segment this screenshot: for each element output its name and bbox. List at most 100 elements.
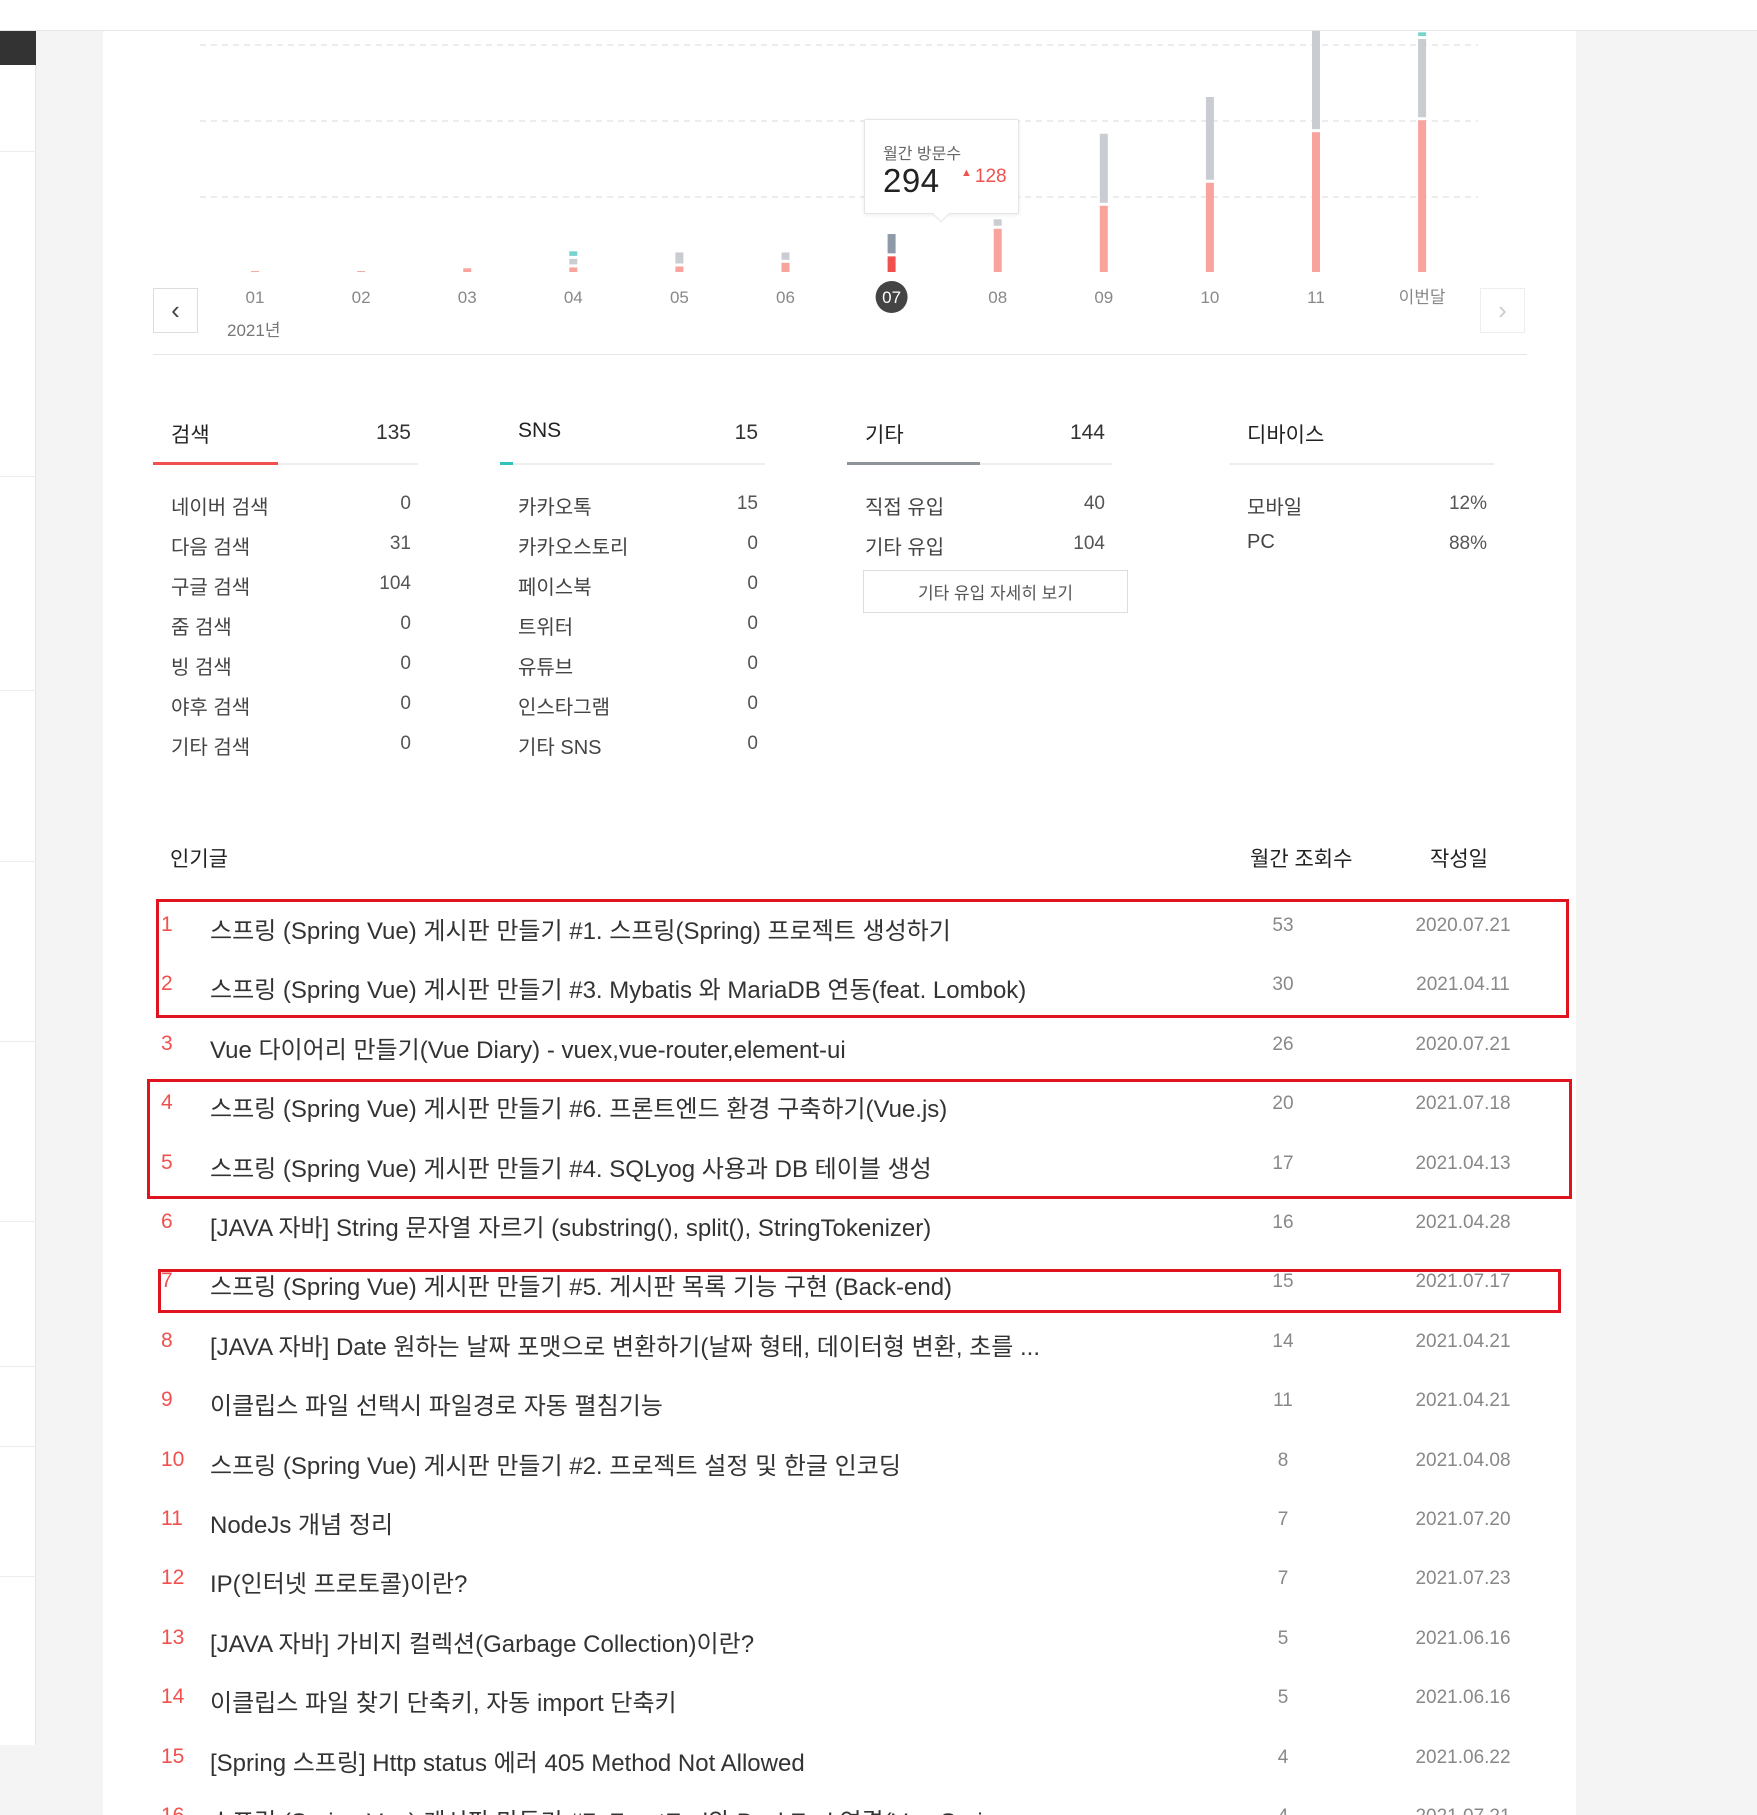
chart-bar-segment [993,219,1002,226]
stat-label: 기타 유입 [865,537,945,559]
popular-col-views: 월간 조회수 [1250,848,1353,871]
post-created-date: 2021.04.21 [1415,1330,1511,1352]
chart-bar-segment [1418,120,1427,272]
stat-value: 0 [747,733,758,754]
popular-post-row[interactable]: 13 [JAVA 자바] 가비지 컬렉션(Garbage Collection)이… [153,1610,1523,1669]
post-rank: 11 [161,1507,183,1530]
post-rank: 1 [161,913,173,936]
stat-value: 88% [1448,533,1487,554]
popular-post-row[interactable]: 3 Vue 다이어리 만들기(Vue Diary) - vuex,vue-rout… [153,1016,1523,1075]
post-created-date: 2020.07.21 [1415,1033,1511,1055]
post-title[interactable]: 스프링 (Spring Vue) 게시판 만들기 #7. FrontEnd와 B… [210,1802,1080,1815]
popular-post-row[interactable]: 9 이클립스 파일 선택시 파일경로 자동 펼침기능 11 2021.04.21 [153,1372,1523,1431]
post-rank: 12 [161,1566,185,1590]
post-created-date: 2021.04.28 [1415,1212,1511,1233]
stats-device-column: 디바이스 모바일 12% PC 88% [1229,413,1494,559]
post-monthly-views: 15 [1272,1271,1294,1293]
post-title[interactable]: NodeJs 개념 정리 [210,1505,1080,1540]
chart-tick-label: 08 [988,288,1007,307]
popular-post-row[interactable]: 8 [JAVA 자바] Date 원하는 날짜 포맷으로 변환하기(날짜 형태, … [153,1313,1523,1372]
stat-value: 15 [736,493,758,514]
post-title[interactable]: 스프링 (Spring Vue) 게시판 만들기 #5. 게시판 목록 기능 구… [210,1267,1080,1302]
post-title[interactable]: 스프링 (Spring Vue) 게시판 만들기 #4. SQLyog 사용과 … [210,1149,1080,1184]
chart-bar-segment [1099,133,1108,203]
sidebar-divider [0,1366,36,1367]
popular-post-row[interactable]: 14 이클립스 파일 찾기 단축키, 자동 import 단축키 5 2021.06.… [153,1669,1523,1728]
post-title[interactable]: 스프링 (Spring Vue) 게시판 만들기 #1. 스프링(Spring)… [210,911,1080,946]
stat-label: 빙 검색 [171,657,232,679]
stat-row: 직접 유입 40 [847,479,1112,519]
chevron-right-icon: › [1498,295,1507,325]
popular-post-row[interactable]: 2 스프링 (Spring Vue) 게시판 만들기 #3. Mybatis 와 … [153,956,1523,1015]
post-created-date: 2021.07.23 [1415,1568,1511,1590]
post-rank: 14 [161,1685,185,1709]
post-monthly-views: 20 [1272,1093,1294,1115]
etc-detail-button[interactable]: 기타 유입 자세히 보기 [863,570,1128,613]
tooltip-delta-value: 128 [974,166,1007,187]
post-title[interactable]: [Spring 스프링] Http status 에러 405 Method N… [210,1743,1080,1778]
stat-value: 0 [400,493,411,514]
chart-tooltip: 월간 방문수 294 ▲ 128 [864,119,1019,223]
popular-post-row[interactable]: 10 스프링 (Spring Vue) 게시판 만들기 #2. 프로젝트 설정 및… [153,1432,1523,1491]
popular-post-row[interactable]: 6 [JAVA 자바] String 문자열 자르기 (substring(), … [153,1194,1523,1253]
post-monthly-views: 5 [1277,1687,1289,1709]
stat-row: 기타 SNS 0 [500,719,765,759]
stats-search-share-bar [153,462,278,465]
post-rank: 4 [161,1091,173,1115]
chart-bar-segment [357,271,366,273]
post-title[interactable]: IP(인터넷 프로토콜)이란? [210,1564,1080,1599]
stat-row: 카카오톡 15 [500,479,765,519]
post-title[interactable]: [JAVA 자바] 가비지 컬렉션(Garbage Collection)이란? [210,1624,1080,1659]
stats-sns-title: SNS [518,419,562,442]
post-title[interactable]: 스프링 (Spring Vue) 게시판 만들기 #2. 프로젝트 설정 및 한… [210,1446,1080,1481]
popular-post-row[interactable]: 7 스프링 (Spring Vue) 게시판 만들기 #5. 게시판 목록 기능 … [153,1253,1523,1312]
chart-tick-label: 01 [246,288,265,307]
stat-value: 104 [379,573,411,594]
popular-post-row[interactable]: 4 스프링 (Spring Vue) 게시판 만들기 #6. 프론트엔드 환경 구… [153,1075,1523,1134]
stats-search-total: 135 [375,421,411,444]
post-monthly-views: 16 [1272,1212,1294,1233]
popular-post-row[interactable]: 1 스프링 (Spring Vue) 게시판 만들기 #1. 스프링(Spring… [153,897,1523,956]
post-title[interactable]: [JAVA 자바] Date 원하는 날짜 포맷으로 변환하기(날짜 형태, 데… [210,1327,1080,1362]
post-title[interactable]: 스프링 (Spring Vue) 게시판 만들기 #3. Mybatis 와 M… [210,970,1080,1005]
next-period-button[interactable]: › [1480,288,1525,333]
popular-post-row[interactable]: 12 IP(인터넷 프로토콜)이란? 7 2021.07.23 [153,1550,1523,1609]
prev-period-button[interactable]: ‹ [153,288,198,333]
chart-bar-segment [887,256,896,272]
popular-post-row[interactable]: 16 스프링 (Spring Vue) 게시판 만들기 #7. FrontEnd와… [153,1788,1523,1815]
stat-value: 104 [1073,533,1105,554]
post-title[interactable]: 스프링 (Spring Vue) 게시판 만들기 #6. 프론트엔드 환경 구축… [210,1089,1080,1124]
popular-post-row[interactable]: 11 NodeJs 개념 정리 7 2021.07.20 [153,1491,1523,1550]
post-created-date: 2021.04.08 [1415,1449,1511,1471]
stats-sns-total: 15 [734,421,758,444]
post-title[interactable]: 이클립스 파일 찾기 단축키, 자동 import 단축키 [210,1683,1080,1718]
stat-label: 모바일 [1247,497,1303,519]
post-title[interactable]: [JAVA 자바] String 문자열 자르기 (substring(), s… [210,1208,1080,1243]
chevron-left-icon: ‹ [171,295,180,325]
chart-bar-segment [1418,39,1427,118]
sidebar-divider [0,1041,36,1042]
post-rank: 8 [161,1328,173,1352]
post-rank: 6 [161,1210,173,1233]
post-title[interactable]: Vue 다이어리 만들기(Vue Diary) - vuex,vue-route… [210,1030,1080,1065]
sidebar-divider [0,1221,36,1222]
chart-bar-segment [569,258,578,265]
popular-col-date: 작성일 [1430,848,1488,871]
up-triangle-icon: ▲ [961,167,972,179]
post-title[interactable]: 이클립스 파일 선택시 파일경로 자동 펼침기능 [210,1386,1080,1421]
sidebar-divider [0,861,36,862]
post-rank: 5 [161,1150,173,1174]
chart-bar-segment [1099,205,1108,272]
chart-bar-segment [675,266,684,272]
popular-post-row[interactable]: 5 스프링 (Spring Vue) 게시판 만들기 #4. SQLyog 사용과… [153,1135,1523,1194]
stat-value: 0 [400,613,411,634]
chart-tick-label: 04 [564,288,583,307]
stat-value: 0 [747,693,758,714]
chart-bar-segment [1312,132,1320,272]
post-rank: 15 [161,1744,185,1768]
stat-row: 기타 검색 0 [153,719,418,759]
stat-label: 유튜브 [518,657,574,679]
stat-row: 카카오스토리 0 [500,519,765,559]
stat-label: 기타 SNS [518,737,602,759]
popular-post-row[interactable]: 15 [Spring 스프링] Http status 에러 405 Method… [153,1729,1523,1788]
